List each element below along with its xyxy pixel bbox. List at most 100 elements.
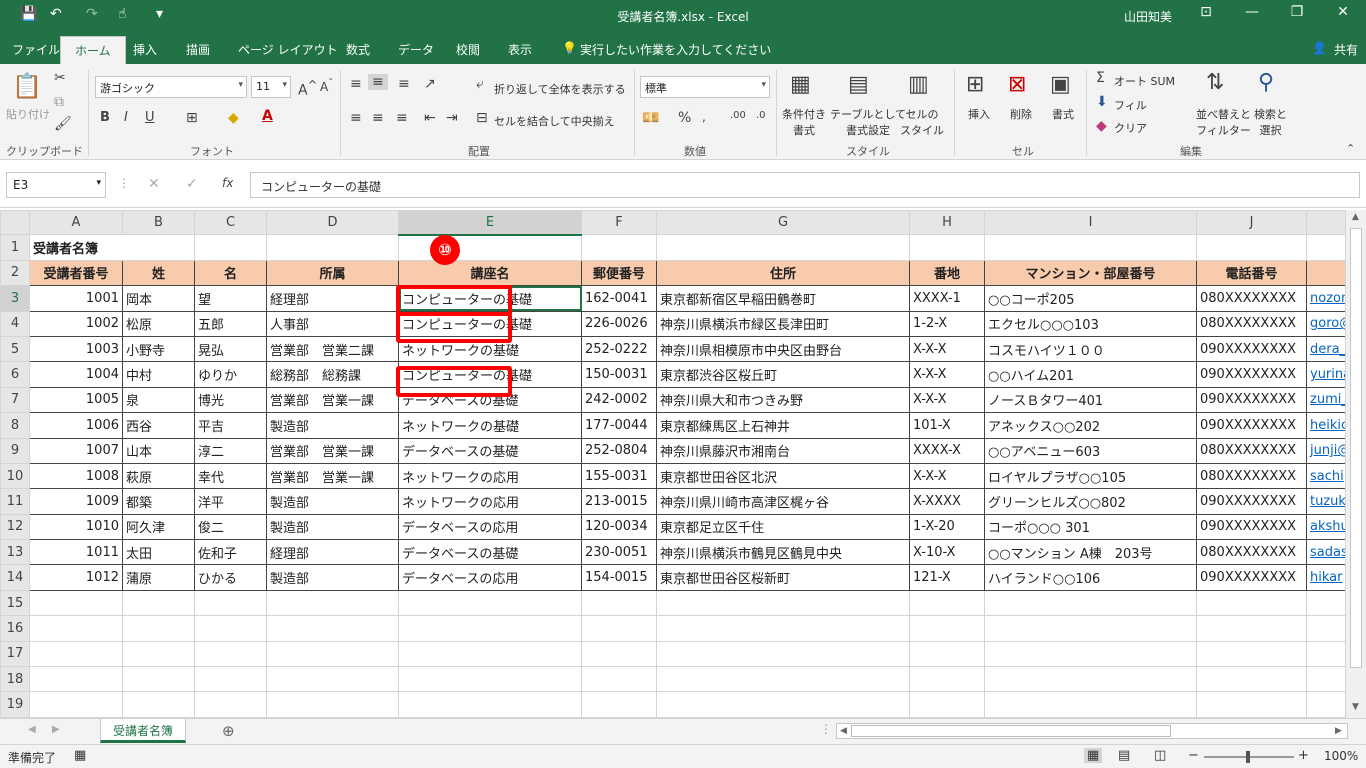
autosum-icon[interactable]: Σ <box>1096 70 1105 86</box>
wrap-text-icon[interactable]: ⤶ <box>476 76 484 92</box>
increase-indent-icon[interactable]: ⇥ <box>446 110 458 126</box>
empty-cell[interactable] <box>1196 589 1307 617</box>
currency-icon[interactable]: 💴 <box>642 110 659 126</box>
data-cell[interactable]: 神奈川県横浜市緑区長津田町 <box>656 310 910 337</box>
autosum-button[interactable]: オート SUM <box>1114 73 1175 89</box>
row-header[interactable]: 17 <box>0 640 30 668</box>
data-cell[interactable]: 120-0034 <box>581 513 657 541</box>
data-cell[interactable]: 1005 <box>29 386 123 414</box>
data-cell[interactable]: ○○ハイム201 <box>984 361 1197 388</box>
zoom-out-icon[interactable]: − <box>1188 748 1199 763</box>
italic-button[interactable]: I <box>124 110 128 125</box>
tab-draw[interactable]: 描画 <box>186 41 210 58</box>
scroll-right-icon[interactable]: ▶ <box>1335 726 1342 736</box>
header-cell[interactable]: 郵便番号 <box>581 259 657 287</box>
empty-cell[interactable] <box>1306 589 1346 617</box>
empty-cell[interactable] <box>581 589 657 617</box>
row-header[interactable]: 12 <box>0 513 30 541</box>
share-icon[interactable]: 👤 <box>1312 41 1327 55</box>
column-header[interactable]: B <box>122 210 195 236</box>
format-as-table-icon[interactable]: ▤ <box>848 72 869 97</box>
empty-cell[interactable] <box>266 640 399 668</box>
data-cell[interactable]: 製造部 <box>266 412 399 439</box>
conditional-format-icon[interactable]: ▦ <box>790 72 811 97</box>
column-header[interactable]: D <box>266 210 399 236</box>
orientation-icon[interactable]: ↗ <box>424 76 436 92</box>
data-cell[interactable]: ネットワークの基礎 <box>398 412 582 439</box>
data-cell[interactable]: 154-0015 <box>581 564 657 591</box>
header-cell[interactable]: マンション・部屋番号 <box>984 259 1197 287</box>
header-cell[interactable]: 姓 <box>122 259 195 287</box>
row-header[interactable]: 16 <box>0 615 30 642</box>
horizontal-scrollbar[interactable]: ◀ ▶ <box>836 723 1348 739</box>
empty-cell[interactable] <box>581 615 657 642</box>
minimize-icon[interactable]: — <box>1242 4 1262 20</box>
data-cell[interactable]: ○○コーポ205 <box>984 285 1197 312</box>
empty-cell[interactable] <box>1306 666 1346 693</box>
increase-decimal-icon[interactable]: .00 <box>730 110 746 121</box>
empty-cell[interactable] <box>1306 640 1346 668</box>
fill-color-icon[interactable]: ◆ <box>228 110 239 126</box>
data-cell[interactable]: 1-X-20 <box>909 513 985 541</box>
empty-cell[interactable] <box>266 691 399 718</box>
shrink-font-icon[interactable]: Aˇ <box>320 78 333 94</box>
row-header[interactable]: 10 <box>0 462 30 490</box>
row-header[interactable]: 2 <box>0 259 30 287</box>
empty-cell[interactable] <box>194 234 267 261</box>
split-handle-icon[interactable]: ⋮ <box>820 722 832 736</box>
data-cell[interactable]: 経理部 <box>266 539 399 566</box>
data-cell[interactable]: 製造部 <box>266 513 399 541</box>
empty-cell[interactable] <box>656 615 910 642</box>
data-cell[interactable]: 150-0031 <box>581 361 657 388</box>
empty-cell[interactable] <box>398 615 582 642</box>
row-header[interactable]: 14 <box>0 564 30 591</box>
cancel-icon[interactable]: ✕ <box>148 176 160 192</box>
page-layout-view-icon[interactable]: ▤ <box>1118 748 1130 763</box>
data-cell[interactable]: 090XXXXXXXX <box>1196 386 1307 414</box>
tab-file[interactable]: ファイル <box>12 41 60 58</box>
data-cell[interactable]: hikar <box>1306 564 1346 591</box>
empty-cell[interactable] <box>909 234 985 261</box>
format-cells-icon[interactable]: ▣ <box>1050 72 1071 97</box>
cell-styles-button[interactable]: セルの スタイル <box>900 106 944 138</box>
row-header[interactable]: 6 <box>0 361 30 388</box>
data-cell[interactable]: heikic <box>1306 412 1346 439</box>
find-select-icon[interactable]: ⚲ <box>1258 70 1274 95</box>
scroll-down-icon[interactable]: ▼ <box>1352 702 1359 712</box>
data-cell[interactable]: 神奈川県藤沢市湘南台 <box>656 437 910 464</box>
data-cell[interactable]: goro@ <box>1306 310 1346 337</box>
empty-cell[interactable] <box>122 666 195 693</box>
empty-cell[interactable] <box>656 666 910 693</box>
tell-me-search[interactable]: 実行したい作業を入力してください <box>580 41 771 58</box>
underline-button[interactable]: U <box>145 110 155 125</box>
data-cell[interactable]: 営業部 営業二課 <box>266 335 399 363</box>
data-cell[interactable]: ネットワークの応用 <box>398 488 582 515</box>
row-header[interactable]: 7 <box>0 386 30 414</box>
data-cell[interactable]: ネットワークの応用 <box>398 462 582 490</box>
empty-cell[interactable] <box>1306 234 1346 261</box>
data-cell[interactable]: コーポ○○○ 301 <box>984 513 1197 541</box>
header-cell[interactable]: 受講者番号 <box>29 259 123 287</box>
empty-cell[interactable] <box>29 615 123 642</box>
data-cell[interactable]: 神奈川県相模原市中央区由野台 <box>656 335 910 363</box>
data-cell[interactable]: 淳二 <box>194 437 267 464</box>
empty-cell[interactable] <box>194 640 267 668</box>
data-cell[interactable]: 神奈川県大和市つきみ野 <box>656 386 910 414</box>
column-header[interactable]: H <box>909 210 985 236</box>
data-cell[interactable]: 東京都足立区千住 <box>656 513 910 541</box>
row-header[interactable]: 18 <box>0 666 30 693</box>
align-right-icon[interactable]: ≡ <box>396 110 408 126</box>
header-cell[interactable]: 住所 <box>656 259 910 287</box>
empty-cell[interactable] <box>656 640 910 668</box>
data-cell[interactable]: XXXX-X <box>909 437 985 464</box>
tab-data[interactable]: データ <box>398 41 434 58</box>
data-cell[interactable]: 小野寺 <box>122 335 195 363</box>
header-cell[interactable]: 番地 <box>909 259 985 287</box>
empty-cell[interactable] <box>984 691 1197 718</box>
data-cell[interactable]: X-10-X <box>909 539 985 566</box>
data-cell[interactable]: 東京都世田谷区北沢 <box>656 462 910 490</box>
empty-cell[interactable] <box>398 666 582 693</box>
empty-cell[interactable] <box>909 615 985 642</box>
delete-cells-button[interactable]: 削除 <box>1010 106 1032 122</box>
vertical-scrollbar[interactable]: ▲ ▼ <box>1345 210 1366 718</box>
